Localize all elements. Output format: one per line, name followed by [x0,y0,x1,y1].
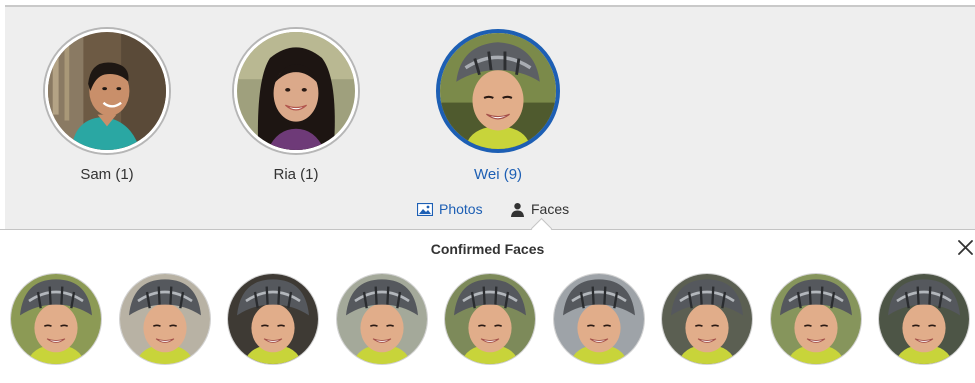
confirmed-face-thumbnail[interactable] [120,274,210,364]
tab-photos-label: Photos [439,201,483,217]
people-window: Sam (1) Ria (1) Wei (9) Photos Faces Con… [0,0,975,383]
confirmed-face-thumbnail[interactable] [228,274,318,364]
person-photo-ria[interactable] [234,29,358,153]
tab-faces-label: Faces [531,201,570,217]
tab-photos[interactable]: Photos [417,201,483,217]
person-photo-wei[interactable] [436,29,560,153]
confirmed-face-thumbnail[interactable] [445,274,535,364]
person-wei[interactable]: Wei (9) [428,29,568,183]
confirmed-face-thumbnail[interactable] [662,274,752,364]
person-sam[interactable]: Sam (1) [37,29,177,183]
confirmed-face-thumbnail[interactable] [554,274,644,364]
person-name-ria: Ria (1) [273,166,319,183]
confirmed-faces-title: Confirmed Faces [430,241,545,257]
tab-faces[interactable]: Faces [510,201,569,217]
person-photo-sam[interactable] [45,29,169,153]
photos-icon [417,202,433,216]
person-ria[interactable]: Ria (1) [226,29,366,183]
person-name-wei: Wei (9) [473,166,523,183]
person-icon [510,202,525,217]
confirmed-face-thumbnail[interactable] [771,274,861,364]
people-panel: Sam (1) Ria (1) Wei (9) Photos Faces [5,7,975,229]
close-button[interactable] [956,238,975,257]
confirmed-face-thumbnail[interactable] [11,274,101,364]
person-name-sam: Sam (1) [80,166,134,183]
confirmed-faces-panel: Confirmed Faces [0,230,975,383]
confirmed-face-thumbnail[interactable] [337,274,427,364]
confirmed-face-thumbnail[interactable] [879,274,969,364]
close-icon [958,240,973,255]
